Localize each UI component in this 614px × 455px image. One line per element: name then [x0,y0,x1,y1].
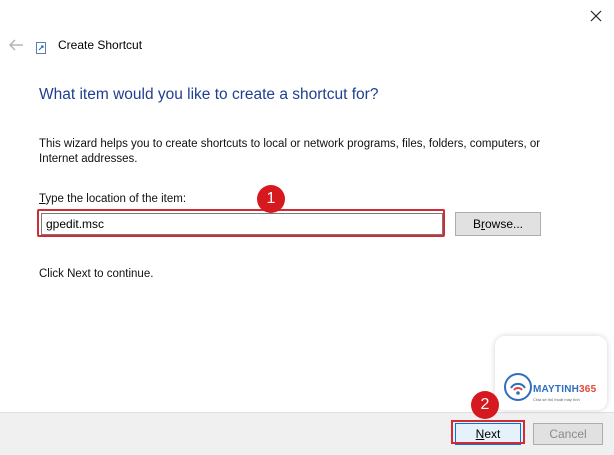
browse-label-start: B [472,217,481,231]
watermark-tagline: Chia sẻ thủ thuật máy tính [533,397,580,402]
browse-label-end: owse... [485,217,524,231]
wizard-description: This wizard helps you to create shortcut… [39,138,541,165]
location-field-label: Type the location of the item: [39,193,186,205]
watermark-brand-number: 365 [579,384,597,395]
shortcut-wizard-icon [36,42,46,54]
cancel-button[interactable]: Cancel [533,423,603,445]
watermark-brand: MAYTINH365 [533,384,596,395]
continue-instruction: Click Next to continue. [39,268,154,280]
maytinh365-watermark: MAYTINH365 Chia sẻ thủ thuật máy tính [495,336,607,410]
back-arrow-icon[interactable] [8,38,24,52]
location-input[interactable] [41,213,443,235]
step-badge-2: 2 [471,391,499,419]
next-button[interactable]: Next [455,423,521,445]
next-label-mnemonic: N [475,427,485,441]
location-label-text: ype the location of the item: [45,193,187,205]
close-icon[interactable] [586,6,606,26]
next-label-rest: ext [484,427,501,441]
page-heading: What item would you like to create a sho… [39,86,379,103]
window-title: Create Shortcut [58,38,143,52]
watermark-brand-text: MAYTINH [533,384,580,395]
browse-button[interactable]: Br owse... [455,212,541,236]
step-badge-1: 1 [257,185,285,213]
wizard-footer [0,412,614,455]
maytinh365-logo-icon [504,373,532,401]
